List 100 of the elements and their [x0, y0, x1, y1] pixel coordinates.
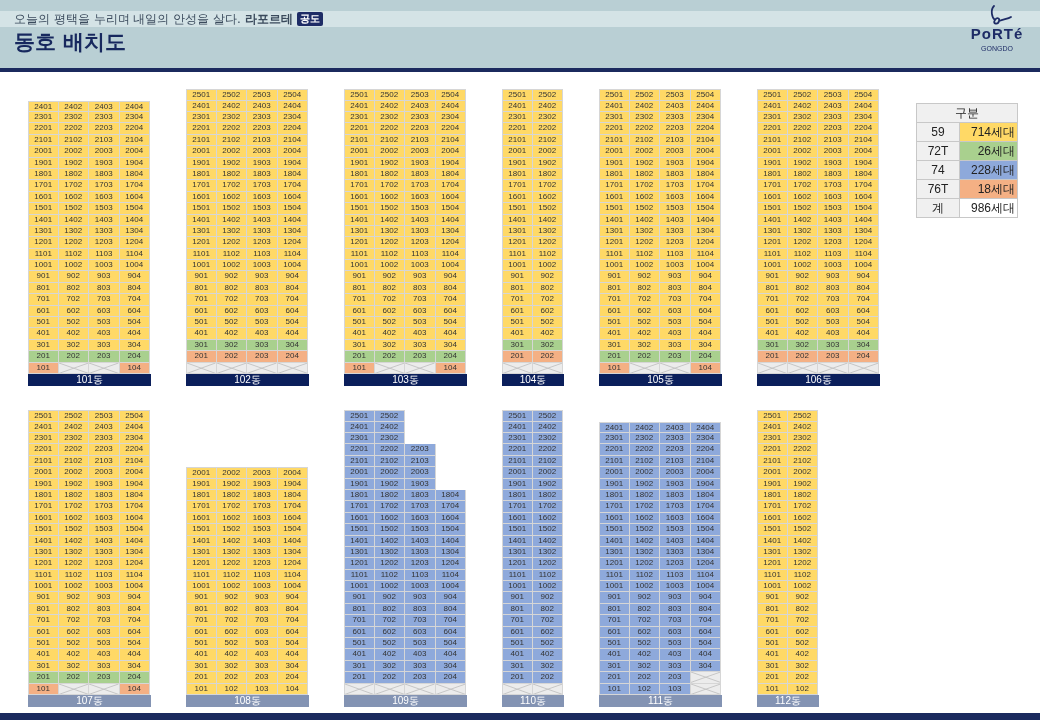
unit-cell: 2202: [532, 123, 563, 135]
unit-cell: 2001: [186, 467, 217, 479]
unit-cell: 1502: [787, 203, 818, 215]
unit-cell: 2001: [599, 146, 630, 158]
unit-cell: 1703: [89, 501, 120, 513]
unit-cell: 502: [787, 638, 818, 650]
unit-cell: 402: [216, 649, 247, 661]
unit-cell: 1502: [374, 524, 405, 536]
unit-cell: 203: [660, 351, 691, 363]
building-label: 103동: [344, 374, 467, 386]
unit-cell: 704: [119, 615, 150, 627]
unit-cell: 2201: [757, 123, 788, 135]
unit-cell: 1704: [690, 501, 721, 513]
unit-cell: 2004: [277, 146, 308, 158]
unit-cell: 1704: [690, 180, 721, 192]
unit-cell: 402: [629, 328, 660, 340]
unit-cell: 1404: [848, 214, 879, 226]
unit-cell: 903: [247, 592, 278, 604]
unit-cell: 1701: [599, 180, 630, 192]
unit-cell: 2502: [532, 410, 563, 422]
unit-cell: 704: [435, 294, 466, 306]
unit-cell: 2301: [186, 112, 217, 124]
unit-cell: 401: [757, 328, 788, 340]
unit-cell: 704: [119, 294, 150, 306]
unit-cell: 704: [435, 615, 466, 627]
unit-cell: 703: [405, 294, 436, 306]
crossed-cell: [690, 672, 721, 684]
unit-cell: 902: [216, 271, 247, 283]
unit-cell: 503: [660, 638, 691, 650]
unit-cell: 1501: [186, 203, 217, 215]
unit-cell: 1904: [119, 478, 150, 490]
unit-cell: 2503: [660, 89, 691, 101]
unit-cell: 504: [690, 317, 721, 329]
unit-cell: 1701: [757, 180, 788, 192]
unit-cell: 904: [435, 271, 466, 283]
unit-cell: 501: [502, 638, 533, 650]
unit-cell: 1701: [344, 501, 375, 513]
unit-cell: 1401: [28, 214, 59, 226]
unit-cell: 1203: [818, 237, 849, 249]
unit-cell: 1001: [344, 260, 375, 272]
unit-cell: 1203: [660, 558, 691, 570]
unit-cell: 1401: [599, 214, 630, 226]
unit-cell: 701: [757, 294, 788, 306]
unit-cell: 1201: [757, 558, 788, 570]
unit-cell: 1001: [502, 581, 533, 593]
unit-cell: 2202: [374, 123, 405, 135]
brand-name: PoRTé: [970, 26, 1024, 41]
unit-cell: 2201: [344, 123, 375, 135]
unit-cell: 1901: [502, 157, 533, 169]
unit-cell: 1701: [344, 180, 375, 192]
unit-cell: 903: [247, 271, 278, 283]
unit-cell: 201: [28, 351, 59, 363]
unit-cell: 1904: [277, 478, 308, 490]
unit-cell: 1504: [435, 203, 466, 215]
unit-cell: 703: [405, 615, 436, 627]
page-title: 동호 배치도: [14, 32, 127, 53]
unit-cell: 1904: [435, 157, 466, 169]
unit-cell: 1203: [247, 558, 278, 570]
unit-cell: 402: [787, 328, 818, 340]
unit-cell: 1902: [58, 157, 89, 169]
unit-cell: 1404: [277, 214, 308, 226]
unit-cell: 504: [277, 638, 308, 650]
count-cell: 714세대: [960, 123, 1018, 142]
unit-cell: 202: [629, 351, 660, 363]
unit-cell: 1503: [405, 524, 436, 536]
unit-cell: 2003: [660, 467, 691, 479]
unit-cell: 1502: [58, 203, 89, 215]
unit-cell: 1704: [848, 180, 879, 192]
unit-cell: 1502: [629, 203, 660, 215]
unit-cell: 2301: [757, 112, 788, 124]
unit-cell: 1202: [532, 558, 563, 570]
unit-cell: 1702: [532, 501, 563, 513]
unit-cell: 2003: [247, 467, 278, 479]
unit-cell: 903: [89, 592, 120, 604]
unit-cell: 1703: [660, 501, 691, 513]
unit-cell: 2003: [660, 146, 691, 158]
unit-cell: 1903: [89, 157, 120, 169]
unit-cell: 1401: [757, 535, 788, 547]
unit-cell: 2002: [532, 467, 563, 479]
unit-cell: 2503: [89, 410, 120, 422]
unit-cell: 2503: [818, 89, 849, 101]
unit-cell: 701: [757, 615, 788, 627]
unit-cell: 2004: [435, 146, 466, 158]
unit-cell: 1204: [690, 237, 721, 249]
unit-cell: 1901: [502, 478, 533, 490]
unit-cell: 2001: [757, 467, 788, 479]
unit-cell: 503: [660, 317, 691, 329]
unit-cell: 703: [89, 615, 120, 627]
unit-cell: 1403: [247, 535, 278, 547]
unit-cell: 1701: [502, 180, 533, 192]
unit-cell: 1503: [660, 203, 691, 215]
unit-cell: 902: [216, 592, 247, 604]
unit-cell: 2001: [344, 467, 375, 479]
unit-cell: 201: [757, 351, 788, 363]
unit-cell: 504: [435, 317, 466, 329]
unit-cell: 902: [374, 271, 405, 283]
unit-cell: 904: [690, 271, 721, 283]
unit-cell: 504: [119, 317, 150, 329]
unit-cell: 1901: [344, 478, 375, 490]
unit-cell: 903: [89, 271, 120, 283]
